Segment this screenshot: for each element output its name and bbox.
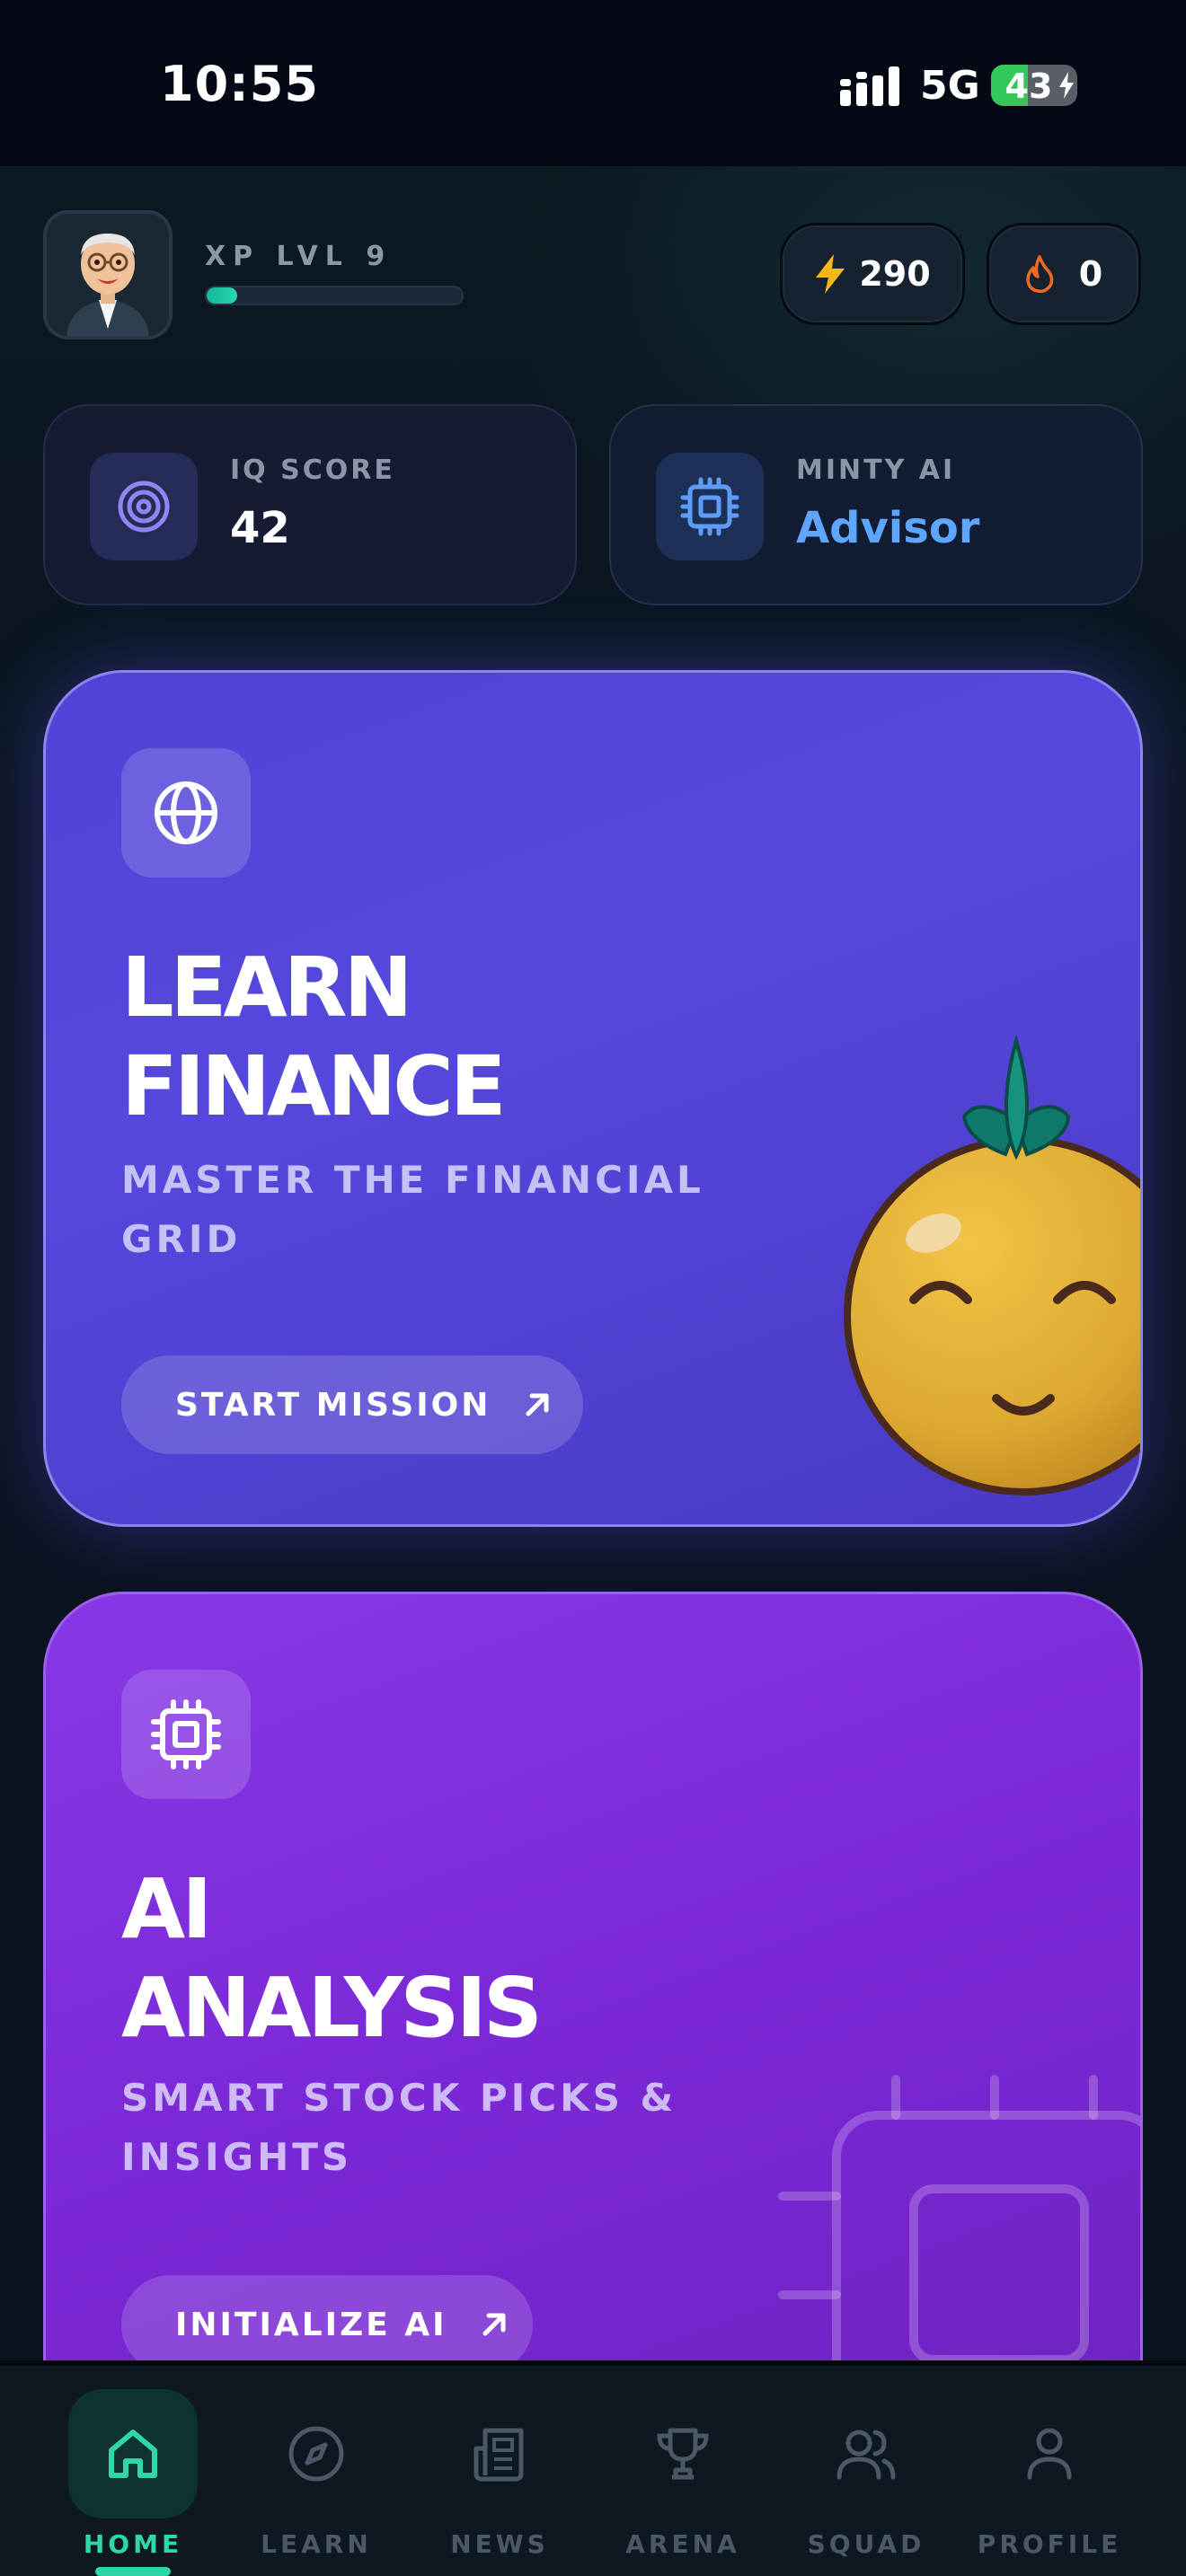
trophy-icon (657, 2428, 709, 2480)
users-icon (836, 2430, 896, 2480)
start-mission-label: START MISSION (175, 1386, 491, 1424)
nav-profile-label: PROFILE (977, 2529, 1122, 2559)
battery-percent: 43 (1005, 66, 1053, 106)
compass-icon (288, 2426, 344, 2482)
nav-active-indicator (95, 2567, 171, 2576)
iq-score-card[interactable]: IQ SCORE 42 (43, 404, 577, 605)
ai-icon-box (656, 453, 764, 560)
nav-arena-label: ARENA (625, 2529, 740, 2559)
nav-profile[interactable]: PROFILE (958, 2373, 1141, 2571)
ai-analysis-icon-box (121, 1670, 251, 1799)
iq-score-label: IQ SCORE (230, 454, 395, 486)
nav-news-label: NEWS (450, 2529, 549, 2559)
ai-analysis-title-line-2: ANALYSIS (121, 1960, 543, 2056)
arrow-up-right-icon (482, 2313, 506, 2336)
battery-indicator: 43 (991, 65, 1077, 106)
nav-home-label: HOME (83, 2529, 183, 2559)
chip-icon (680, 477, 739, 536)
xp-progress-bar (205, 286, 464, 305)
nav-learn[interactable]: LEARN (225, 2373, 408, 2571)
mascot-illustration (844, 1034, 1140, 1495)
ai-analysis-title: AI ANALYSIS (121, 1860, 543, 2058)
avatar-illustration (47, 214, 169, 336)
charging-icon (1059, 72, 1074, 99)
lightning-bolt-icon (816, 254, 845, 294)
arrow-up-right-icon (526, 1393, 549, 1416)
initialize-ai-label: INITIALIZE AI (175, 2306, 447, 2343)
start-mission-button[interactable]: START MISSION (121, 1355, 583, 1454)
xp-level-label: XP LVL 9 (205, 241, 393, 272)
streak-value: 0 (1078, 254, 1103, 294)
avatar[interactable] (43, 210, 173, 340)
minty-ai-label: MINTY AI (796, 454, 956, 486)
newspaper-icon (474, 2428, 524, 2482)
target-icon (118, 481, 170, 533)
home-screen: 10:55 5G 43 XP LVL 9 290 0 IQ SCORE 42 M… (0, 0, 1186, 2576)
flame-icon (1026, 255, 1054, 293)
nav-home-icon-wrap (68, 2389, 198, 2519)
learn-finance-card[interactable]: LEARN FINANCE MASTER THE FINANCIAL GRID … (43, 670, 1143, 1527)
nav-arena[interactable]: ARENA (591, 2373, 774, 2571)
finance-title-line-1: LEARN (121, 940, 413, 1036)
finance-title: LEARN FINANCE (121, 939, 507, 1136)
iq-score-value: 42 (230, 503, 290, 553)
home-icon (109, 2430, 157, 2478)
status-time: 10:55 (160, 56, 319, 112)
energy-pill[interactable]: 290 (780, 223, 965, 325)
minty-ai-card[interactable]: MINTY AI Advisor (609, 404, 1143, 605)
finance-icon-box (121, 748, 251, 878)
network-label: 5G (920, 63, 980, 109)
bottom-nav: HOME LEARN NEWS ARENA SQUAD PROFILE (0, 2360, 1186, 2576)
globe-icon (155, 781, 217, 844)
xp-progress-fill (207, 287, 238, 304)
finance-subtitle: MASTER THE FINANCIAL GRID (121, 1158, 704, 1261)
ai-analysis-subtitle: SMART STOCK PICKS & INSIGHTS (121, 2076, 677, 2179)
chip-icon (151, 1699, 221, 1769)
streak-pill[interactable]: 0 (987, 223, 1141, 325)
nav-squad[interactable]: SQUAD (774, 2373, 958, 2571)
user-icon (1027, 2428, 1072, 2480)
nav-squad-label: SQUAD (807, 2529, 925, 2559)
status-bar: 10:55 5G 43 (0, 0, 1186, 166)
finance-title-line-2: FINANCE (121, 1038, 507, 1134)
iq-icon-box (90, 453, 198, 560)
nav-learn-label: LEARN (261, 2529, 372, 2559)
ai-analysis-card[interactable]: AI ANALYSIS SMART STOCK PICKS & INSIGHTS… (43, 1592, 1143, 2490)
nav-news[interactable]: NEWS (408, 2373, 591, 2571)
signal-icon (840, 66, 899, 106)
minty-ai-value: Advisor (796, 503, 980, 553)
initialize-ai-button[interactable]: INITIALIZE AI (121, 2275, 533, 2374)
nav-home[interactable]: HOME (41, 2373, 225, 2576)
ai-analysis-title-line-1: AI (121, 1861, 212, 1957)
energy-value: 290 (859, 254, 931, 294)
